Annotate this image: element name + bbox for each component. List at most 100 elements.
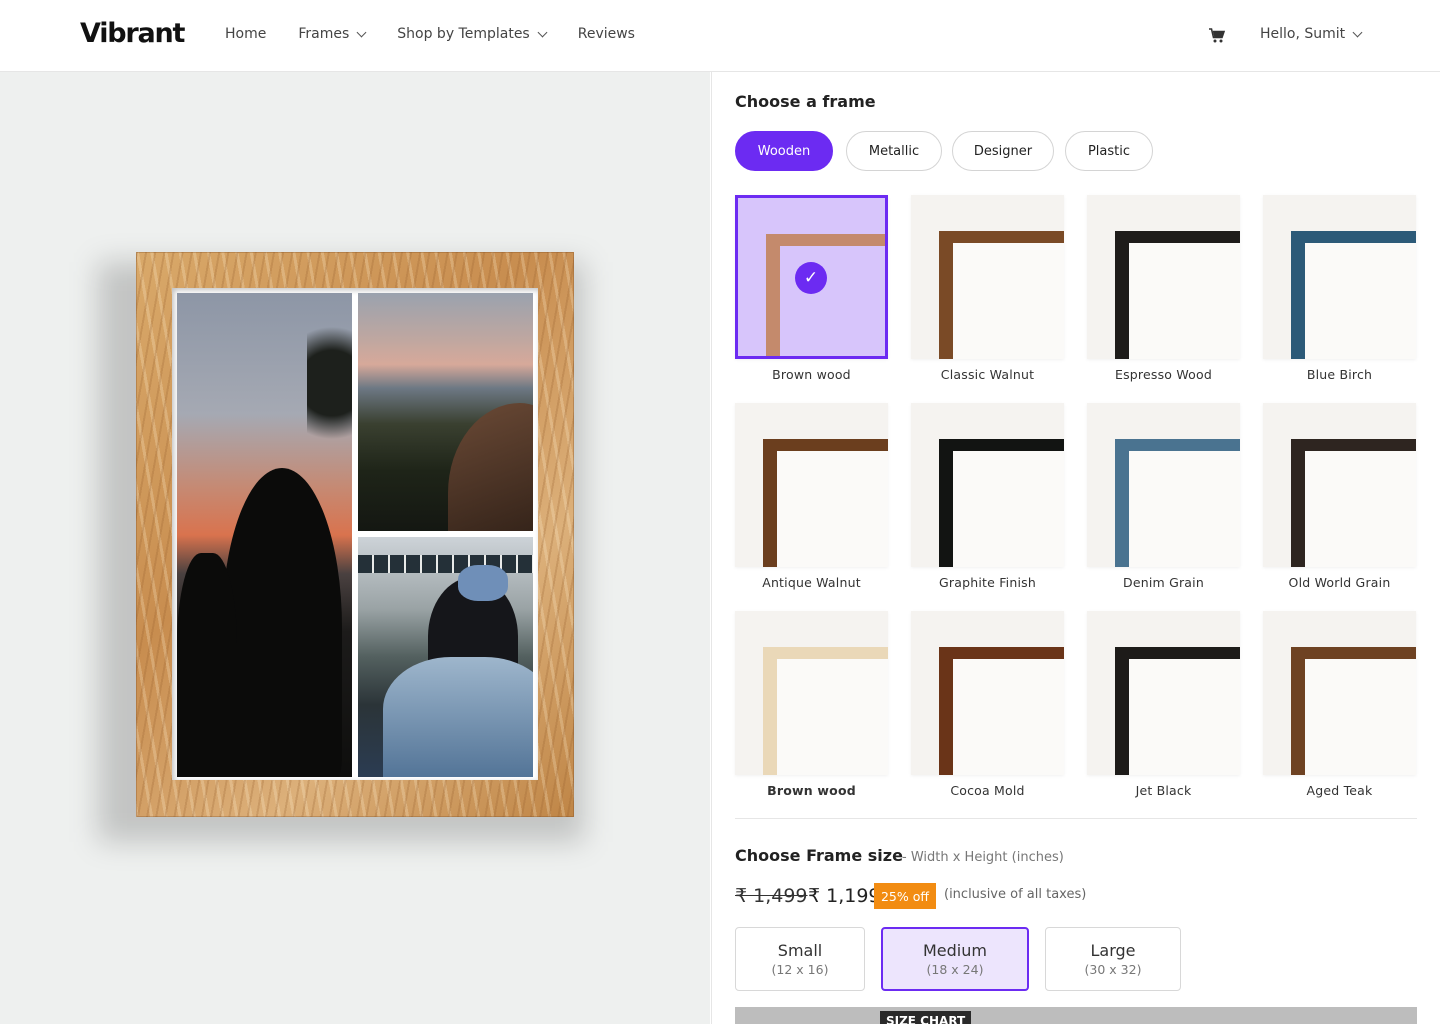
- frame-option-antique-walnut[interactable]: Antique Walnut: [735, 403, 888, 590]
- frame-moulding-top: [939, 439, 1064, 451]
- collage-photo-1: [177, 293, 352, 777]
- nav-frames[interactable]: Frames: [298, 26, 367, 42]
- frame-option-espresso-wood[interactable]: Espresso Wood: [1087, 195, 1240, 382]
- frame-thumbnail: [1263, 611, 1416, 775]
- frame-option-cocoa-mold[interactable]: Cocoa Mold: [911, 611, 1064, 798]
- frame-option-denim-grain[interactable]: Denim Grain: [1087, 403, 1240, 590]
- original-price: ₹ 1,499: [735, 885, 808, 907]
- frame-moulding-top: [1291, 439, 1416, 451]
- size-chart-button[interactable]: SIZE CHART: [880, 1011, 972, 1024]
- size-dims: (12 x 16): [771, 962, 829, 977]
- size-name: Medium: [923, 941, 987, 960]
- frame-option-label: Aged Teak: [1306, 783, 1373, 798]
- size-dims: (30 x 32): [1084, 962, 1142, 977]
- frame-moulding-side: [1115, 231, 1129, 359]
- frame-preview: [0, 72, 710, 1024]
- size-large-button[interactable]: Large (30 x 32): [1045, 927, 1181, 991]
- frame-thumbnail: [1087, 611, 1240, 775]
- nav-shop-by-templates[interactable]: Shop by Templates: [397, 26, 548, 42]
- frame-thumbnail: [1087, 403, 1240, 567]
- size-subtitle: - Width x Height (inches): [902, 850, 1064, 865]
- frame-option-label: Cocoa Mold: [950, 783, 1025, 798]
- frame-thumbnail: [735, 403, 888, 567]
- frame-moulding-top: [1115, 647, 1240, 659]
- collage-photo-3: [358, 537, 533, 777]
- discount-badge: 25% off: [874, 883, 936, 909]
- user-menu[interactable]: Hello, Sumit: [1260, 26, 1363, 42]
- nav-frames-label: Frames: [298, 26, 350, 42]
- frame-backing: [1129, 243, 1240, 359]
- frame-moulding-side: [939, 647, 953, 775]
- wooden-frame-preview: [136, 252, 574, 817]
- frame-option-brown-wood[interactable]: Brown wood: [735, 611, 888, 798]
- frame-option-label: Antique Walnut: [762, 575, 861, 590]
- frame-backing: [953, 451, 1064, 567]
- frame-backing: [780, 246, 885, 356]
- brand-logo[interactable]: Vibrant: [80, 18, 185, 49]
- nav-reviews[interactable]: Reviews: [578, 26, 635, 42]
- frame-moulding-top: [766, 234, 885, 246]
- frame-thumbnail: [1087, 195, 1240, 359]
- frame-moulding-side: [939, 231, 953, 359]
- frame-moulding-side: [1291, 439, 1305, 567]
- nav-reviews-label: Reviews: [577, 26, 635, 42]
- frame-option-label: Brown wood: [772, 367, 851, 382]
- size-name: Small: [777, 941, 823, 960]
- frame-backing: [1305, 243, 1416, 359]
- nav-home[interactable]: Home: [225, 26, 266, 42]
- choose-size-title: Choose Frame size: [735, 846, 903, 865]
- size-medium-button[interactable]: Medium (18 x 24): [881, 927, 1029, 991]
- frame-moulding-top: [763, 647, 888, 659]
- frame-option-aged-teak[interactable]: Aged Teak: [1263, 611, 1416, 798]
- frame-moulding-side: [939, 439, 953, 567]
- size-name: Large: [1090, 941, 1136, 960]
- frame-moulding-top: [1291, 231, 1416, 243]
- frame-option-old-world-grain[interactable]: Old World Grain: [1263, 403, 1416, 590]
- frame-option-graphite-finish[interactable]: Graphite Finish: [911, 403, 1064, 590]
- frame-backing: [777, 659, 888, 775]
- collage-photo-2: [358, 293, 533, 531]
- nav-home-label: Home: [225, 26, 267, 42]
- frame-moulding-side: [1291, 647, 1305, 775]
- frame-backing: [1305, 659, 1416, 775]
- sale-price: ₹ 1,199: [808, 885, 881, 907]
- frame-option-label: Jet Black: [1135, 783, 1192, 798]
- frame-backing: [1129, 451, 1240, 567]
- frame-option-label: Old World Grain: [1288, 575, 1391, 590]
- frame-option-label: Brown wood: [767, 783, 856, 798]
- frame-backing: [953, 243, 1064, 359]
- frame-option-label: Denim Grain: [1123, 575, 1204, 590]
- chevron-down-icon: [356, 27, 367, 37]
- chevron-down-icon: [537, 27, 548, 37]
- tab-wooden[interactable]: Wooden: [735, 131, 833, 171]
- configurator-panel: Choose a frame Wooden Metallic Designer …: [711, 72, 1440, 1024]
- user-greeting: Hello, Sumit: [1260, 26, 1346, 42]
- tab-designer[interactable]: Designer: [952, 131, 1054, 171]
- frame-option-label: Graphite Finish: [939, 575, 1036, 590]
- frame-backing: [1129, 659, 1240, 775]
- tax-note: (inclusive of all taxes): [944, 887, 1087, 902]
- nav-shop-by-templates-label: Shop by Templates: [397, 26, 530, 42]
- cart-icon[interactable]: [1208, 28, 1226, 44]
- frame-moulding-top: [939, 231, 1064, 243]
- size-chart-banner: SIZE CHART: [735, 1007, 1417, 1024]
- frame-thumbnail: [911, 403, 1064, 567]
- frame-thumbnail: [1263, 195, 1416, 359]
- frame-option-brown-wood[interactable]: ✓ Brown wood: [735, 195, 888, 382]
- size-small-button[interactable]: Small (12 x 16): [735, 927, 865, 991]
- frame-moulding-top: [1115, 231, 1240, 243]
- frame-moulding-top: [939, 647, 1064, 659]
- check-icon: ✓: [795, 262, 827, 294]
- collage-mat: [172, 288, 538, 780]
- frame-thumbnail: [911, 195, 1064, 359]
- frame-backing: [1305, 451, 1416, 567]
- tab-plastic[interactable]: Plastic: [1065, 131, 1153, 171]
- tab-metallic[interactable]: Metallic: [846, 131, 942, 171]
- frame-option-jet-black[interactable]: Jet Black: [1087, 611, 1240, 798]
- frame-option-classic-walnut[interactable]: Classic Walnut: [911, 195, 1064, 382]
- main-nav: Home Frames Shop by Templates Reviews: [225, 26, 667, 42]
- frame-option-blue-birch[interactable]: Blue Birch: [1263, 195, 1416, 382]
- frame-option-label: Espresso Wood: [1114, 367, 1212, 382]
- frame-thumbnail: [735, 611, 888, 775]
- chevron-down-icon: [1352, 27, 1363, 37]
